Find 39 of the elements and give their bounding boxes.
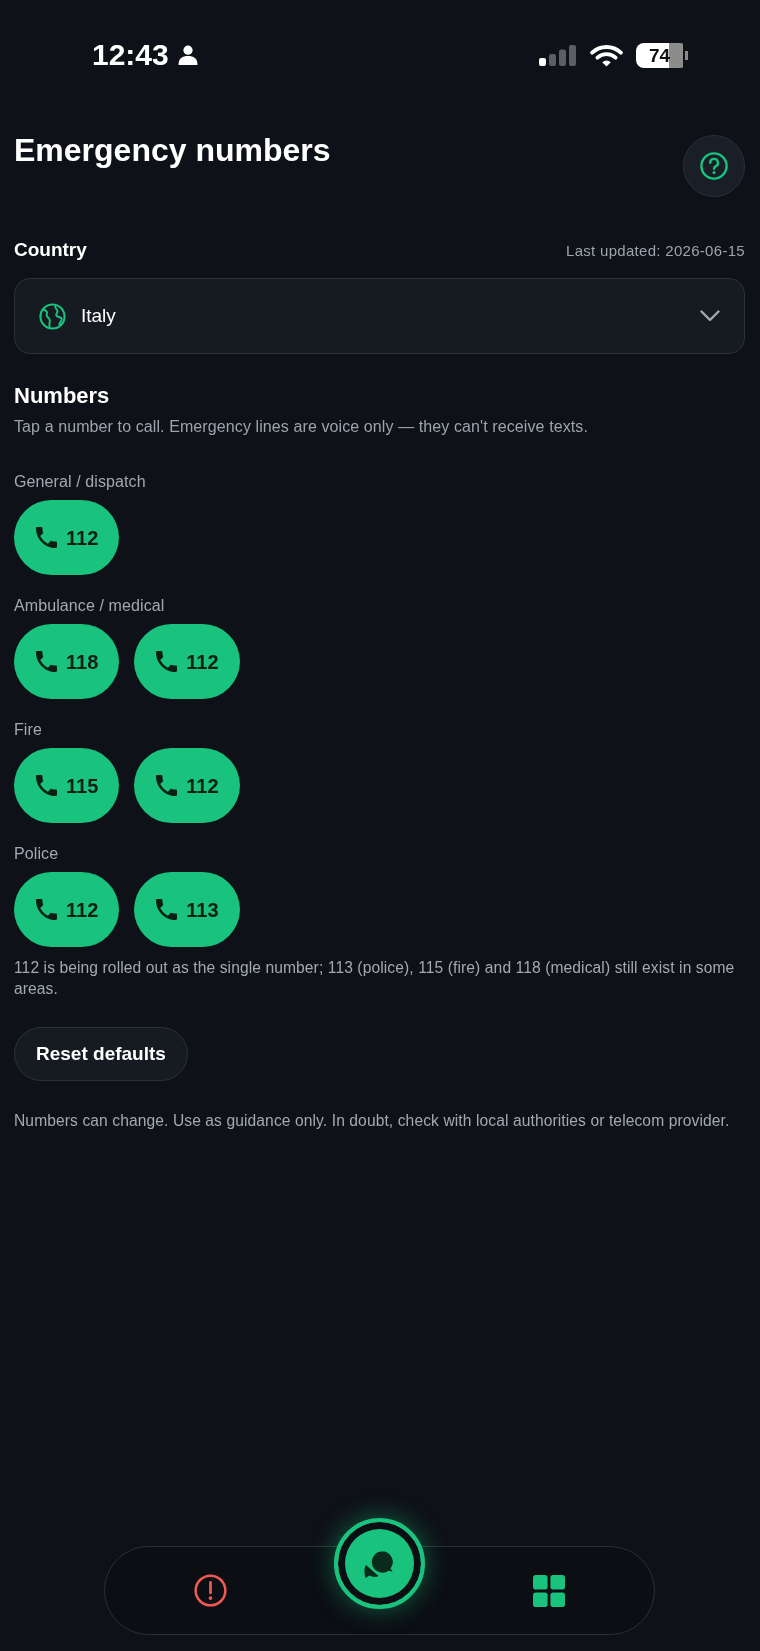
phone-icon	[156, 775, 178, 796]
phone-icon	[36, 651, 57, 672]
chat-button[interactable]	[334, 1518, 425, 1609]
call-button[interactable]: 112	[134, 748, 240, 823]
country-label: Country	[14, 238, 87, 262]
call-button[interactable]: 115	[14, 748, 120, 823]
group-label: Fire	[14, 720, 43, 740]
reset-defaults-button[interactable]: Reset defaults	[14, 1027, 188, 1081]
group-label: Police	[14, 844, 60, 864]
signal-icon	[539, 44, 577, 66]
description-text: Tap a number to call. Emergency lines are voice only — they can't receive texts.	[14, 417, 589, 437]
last-updated-text: Last updated: 2026-06-15	[566, 241, 745, 261]
call-button[interactable]: 112	[14, 500, 120, 575]
phone-icon	[156, 899, 178, 920]
call-button[interactable]: 112	[134, 624, 240, 699]
globe-icon	[39, 302, 66, 330]
phone-icon	[36, 527, 57, 548]
group-label: Ambulance / medical	[14, 596, 166, 616]
phone-icon	[36, 899, 57, 920]
chat-bubbles-icon	[363, 1548, 396, 1579]
alert-icon[interactable]	[194, 1574, 227, 1607]
phone-icon	[156, 651, 178, 672]
page-title: Emergency numbers	[14, 131, 331, 169]
help-icon	[700, 152, 728, 180]
battery-indicator: 74	[636, 42, 688, 68]
group-label: General / dispatch	[14, 472, 147, 492]
wifi-icon	[590, 43, 623, 67]
section-heading: Numbers	[14, 383, 111, 409]
call-button[interactable]: 118	[14, 624, 120, 699]
grid-icon[interactable]	[533, 1574, 565, 1607]
clock-time: 12:43	[92, 40, 169, 70]
call-button[interactable]: 113	[134, 872, 240, 947]
note-text: 112 is being rolled out as the single number; 113 (police), 115 (fire) and 118 (medical) still exist in some areas.	[14, 958, 736, 999]
person-icon	[177, 45, 198, 65]
phone-icon	[36, 775, 57, 796]
chevron-down-icon	[700, 310, 720, 322]
country-select[interactable]: Italy	[14, 278, 745, 354]
disclaimer-text: Numbers can change. Use as guidance only. In doubt, check with local authorities or telecom provider.	[14, 1111, 731, 1131]
call-button[interactable]: 112	[14, 872, 120, 947]
